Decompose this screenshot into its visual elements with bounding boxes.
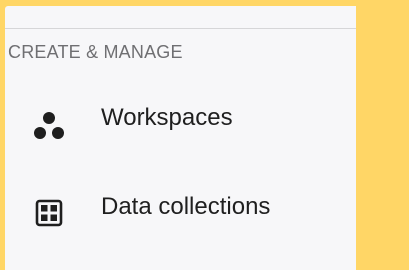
section-heading: CREATE & MANAGE <box>8 42 183 62</box>
sidebar-item-label: Workspaces <box>101 104 233 131</box>
workspaces-icon <box>29 104 69 144</box>
divider <box>5 28 356 29</box>
sidebar-panel: CREATE & MANAGE Workspaces Data collecti… <box>5 6 356 270</box>
sidebar-item-data-collections[interactable]: Data collections <box>5 181 356 233</box>
sidebar-item-label: Data collections <box>101 193 271 220</box>
sidebar-item-workspaces[interactable]: Workspaces <box>5 92 356 144</box>
data-collections-icon <box>29 193 69 233</box>
